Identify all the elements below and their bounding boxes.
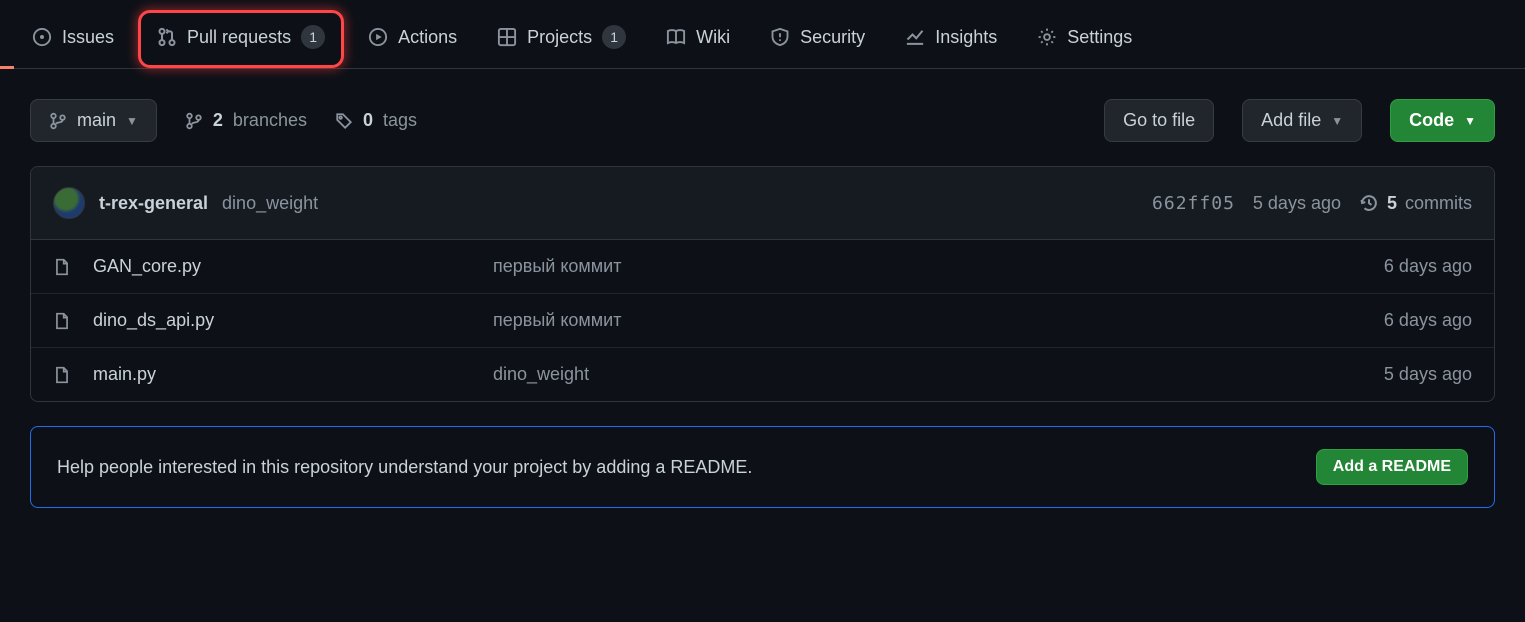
branches-label: branches [233, 110, 307, 131]
latest-commit-row: t-rex-general dino_weight 662ff05 5 days… [31, 167, 1494, 240]
commit-time: 5 days ago [1253, 193, 1341, 214]
file-icon [53, 258, 73, 276]
file-row: GAN_core.py первый коммит 6 days ago [31, 240, 1494, 294]
pull-requests-counter: 1 [301, 25, 325, 49]
file-commit-message[interactable]: первый коммит [493, 310, 1364, 331]
commit-author[interactable]: t-rex-general [99, 193, 208, 214]
tags-label: tags [383, 110, 417, 131]
tab-wiki[interactable]: Wiki [650, 15, 746, 64]
avatar[interactable] [53, 187, 85, 219]
branch-name: main [77, 110, 116, 131]
tab-projects[interactable]: Projects 1 [481, 13, 642, 65]
tab-settings[interactable]: Settings [1021, 15, 1148, 64]
settings-icon [1037, 27, 1057, 47]
file-commit-message[interactable]: первый коммит [493, 256, 1364, 277]
tab-settings-label: Settings [1067, 27, 1132, 48]
projects-icon [497, 27, 517, 47]
tab-security-label: Security [800, 27, 865, 48]
file-listing: t-rex-general dino_weight 662ff05 5 days… [30, 166, 1495, 402]
commits-label: commits [1405, 193, 1472, 214]
file-commit-message[interactable]: dino_weight [493, 364, 1364, 385]
tab-pull-requests[interactable]: Pull requests 1 [138, 10, 344, 68]
branch-icon [49, 112, 67, 130]
branches-count: 2 [213, 110, 223, 131]
caret-down-icon: ▼ [1464, 114, 1476, 128]
tab-actions[interactable]: Actions [352, 15, 473, 64]
branch-select-button[interactable]: main ▼ [30, 99, 157, 142]
file-row: main.py dino_weight 5 days ago [31, 348, 1494, 401]
repo-nav: Issues Pull requests 1 Actions Projects … [0, 0, 1525, 69]
file-name[interactable]: main.py [93, 364, 473, 385]
file-icon [53, 312, 73, 330]
tab-actions-label: Actions [398, 27, 457, 48]
actions-icon [368, 27, 388, 47]
add-readme-button[interactable]: Add a README [1316, 449, 1468, 485]
branches-link[interactable]: 2 branches [185, 110, 307, 131]
tab-wiki-label: Wiki [696, 27, 730, 48]
tab-insights[interactable]: Insights [889, 15, 1013, 64]
insights-icon [905, 27, 925, 47]
readme-banner-text: Help people interested in this repositor… [57, 457, 752, 478]
tab-issues-label: Issues [62, 27, 114, 48]
file-time: 6 days ago [1384, 256, 1472, 277]
file-row: dino_ds_api.py первый коммит 6 days ago [31, 294, 1494, 348]
caret-down-icon: ▼ [126, 114, 138, 128]
wiki-icon [666, 27, 686, 47]
code-button-label: Code [1409, 110, 1454, 131]
file-time: 6 days ago [1384, 310, 1472, 331]
tab-pull-requests-label: Pull requests [187, 27, 291, 48]
add-file-label: Add file [1261, 110, 1321, 131]
projects-counter: 1 [602, 25, 626, 49]
commit-message[interactable]: dino_weight [222, 193, 318, 214]
tags-count: 0 [363, 110, 373, 131]
commits-link[interactable]: 5 commits [1359, 193, 1472, 214]
add-file-button[interactable]: Add file ▼ [1242, 99, 1362, 142]
file-icon [53, 366, 73, 384]
code-tab-indicator [0, 66, 14, 69]
file-time: 5 days ago [1384, 364, 1472, 385]
commit-sha[interactable]: 662ff05 [1152, 193, 1235, 214]
tag-icon [335, 112, 353, 130]
commits-count: 5 [1387, 193, 1397, 214]
history-icon [1359, 193, 1379, 213]
readme-banner: Help people interested in this repositor… [30, 426, 1495, 508]
issues-icon [32, 27, 52, 47]
go-to-file-button[interactable]: Go to file [1104, 99, 1214, 142]
tab-projects-label: Projects [527, 27, 592, 48]
pull-request-icon [157, 27, 177, 47]
go-to-file-label: Go to file [1123, 110, 1195, 131]
tags-link[interactable]: 0 tags [335, 110, 417, 131]
add-readme-label: Add a README [1333, 458, 1451, 476]
branch-icon [185, 112, 203, 130]
caret-down-icon: ▼ [1331, 114, 1343, 128]
code-button[interactable]: Code ▼ [1390, 99, 1495, 142]
file-name[interactable]: GAN_core.py [93, 256, 473, 277]
repo-actions-bar: main ▼ 2 branches 0 tags Go to file Add … [0, 69, 1525, 166]
security-icon [770, 27, 790, 47]
tab-security[interactable]: Security [754, 15, 881, 64]
file-name[interactable]: dino_ds_api.py [93, 310, 473, 331]
tab-issues[interactable]: Issues [16, 15, 130, 64]
tab-insights-label: Insights [935, 27, 997, 48]
